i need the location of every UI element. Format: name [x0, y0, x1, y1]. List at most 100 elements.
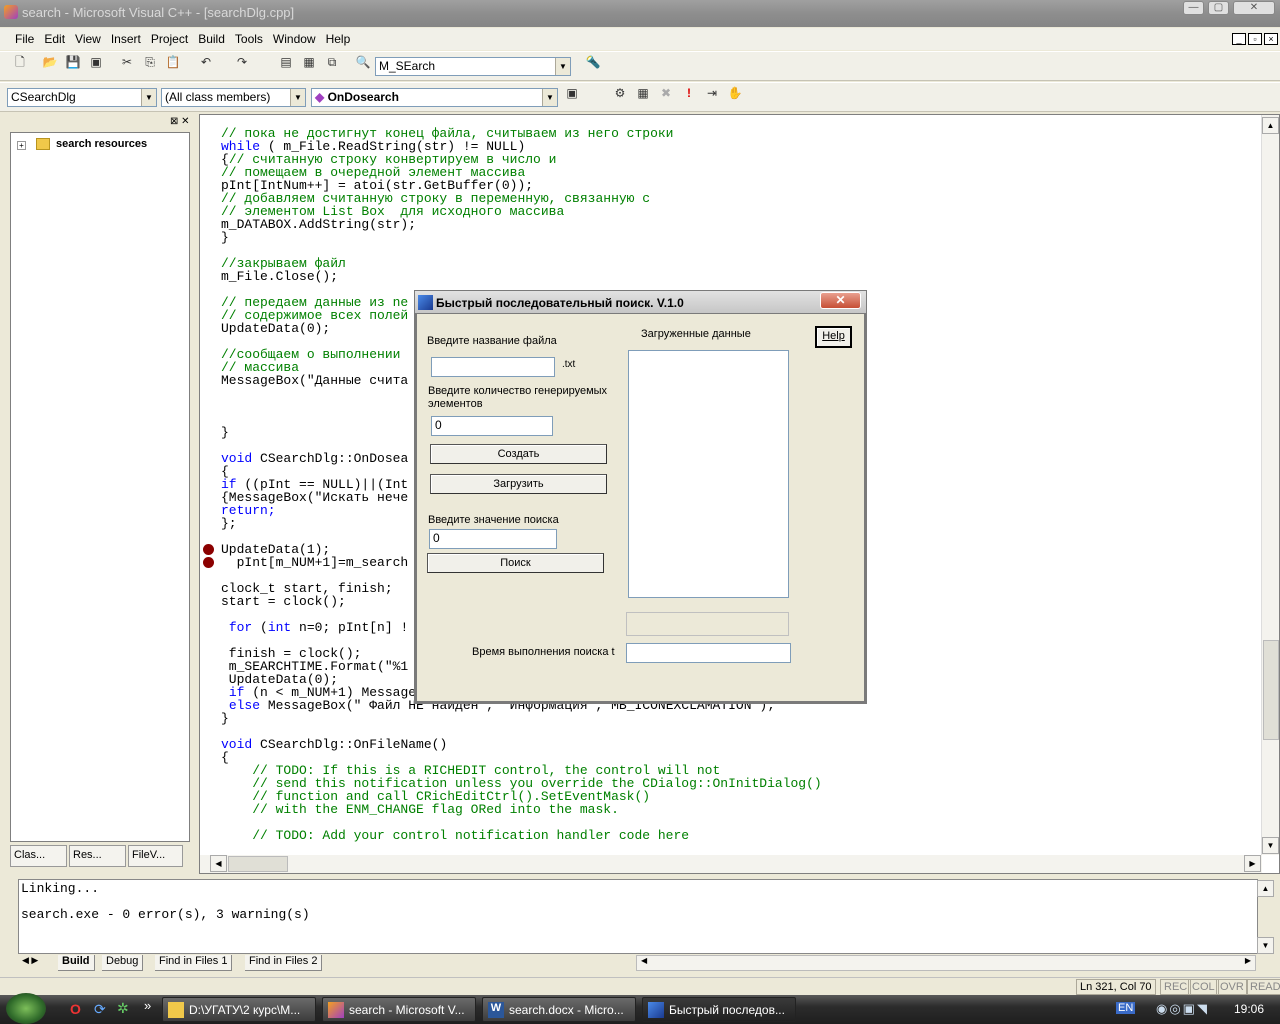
chevron-down-icon[interactable]: ▼ [555, 58, 570, 75]
compile-icon[interactable]: ⚙ [610, 83, 630, 103]
tab-classview[interactable]: Clas... [10, 845, 67, 867]
copy-icon[interactable]: ⎘ [140, 52, 160, 72]
close-button[interactable]: ✕ [1233, 1, 1275, 15]
menu-insert[interactable]: Insert [106, 32, 146, 46]
find-in-files-icon[interactable]: 🔍 [353, 52, 373, 72]
scroll-up-icon[interactable]: ▲ [1257, 880, 1274, 897]
execute-icon[interactable]: ! [679, 83, 699, 103]
task-visual-cpp[interactable]: search - Microsoft V... [322, 997, 476, 1022]
workspace-icon[interactable]: ▤ [276, 52, 296, 72]
find-combo[interactable]: M_SEarch ▼ [375, 57, 571, 76]
scroll-left-icon[interactable]: ◀ [641, 956, 647, 965]
search-button[interactable]: Поиск [427, 553, 604, 573]
hscroll-thumb[interactable] [228, 856, 288, 872]
tree-root-label[interactable]: search resources [56, 138, 147, 150]
menu-build[interactable]: Build [193, 32, 230, 46]
mdi-minimize-button[interactable]: _ [1232, 33, 1246, 45]
code-line[interactable]: // with the ENM_CHANGE flag ORed into th… [221, 803, 845, 816]
task-dialog[interactable]: Быстрый последов... [642, 997, 796, 1022]
search-time-field[interactable] [626, 643, 791, 663]
members-combo[interactable]: (All class members) ▼ [161, 88, 306, 107]
save-icon[interactable]: 💾 [63, 52, 83, 72]
scroll-thumb[interactable] [1263, 640, 1279, 740]
opera-icon[interactable]: O [70, 1001, 81, 1017]
start-button[interactable] [6, 993, 46, 1024]
pane-close-icon[interactable]: ⊠ ✕ [170, 116, 190, 127]
build-output[interactable]: Linking... search.exe - 0 error(s), 3 wa… [18, 879, 1258, 954]
maximize-button[interactable]: ▢ [1208, 1, 1229, 15]
file-name-field[interactable] [431, 357, 555, 377]
menu-window[interactable]: Window [268, 32, 321, 46]
undo-icon[interactable]: ↶ [196, 52, 216, 72]
window-list-icon[interactable]: ⧉ [322, 52, 342, 72]
menu-help[interactable]: Help [321, 32, 356, 46]
minimize-button[interactable]: — [1183, 1, 1204, 15]
code-line[interactable]: void CSearchDlg::OnFileName() [221, 738, 845, 751]
scroll-right-icon[interactable]: ▶ [1244, 855, 1261, 872]
help-button[interactable]: Help [815, 326, 852, 348]
menu-view[interactable]: View [70, 32, 106, 46]
chevron-down-icon[interactable]: ▼ [290, 89, 305, 106]
create-button[interactable]: Создать [430, 444, 607, 464]
save-all-icon[interactable]: ▣ [86, 52, 106, 72]
wizard-action-icon[interactable]: ▣ [562, 83, 582, 103]
redo-icon[interactable]: ↷ [232, 52, 252, 72]
tab-find-in-files-2[interactable]: Find in Files 2 [245, 955, 323, 971]
mdi-restore-button[interactable]: ▫ [1248, 33, 1262, 45]
expand-icon[interactable]: + [17, 141, 26, 150]
load-button[interactable]: Загрузить [430, 474, 607, 494]
stop-build-icon[interactable]: ✖ [656, 83, 676, 103]
mdi-close-button[interactable]: × [1264, 33, 1278, 45]
menu-tools[interactable]: Tools [230, 32, 268, 46]
utility-icon[interactable]: ✲ [117, 1000, 129, 1017]
language-indicator[interactable]: EN [1116, 1002, 1136, 1014]
output-window-icon[interactable]: ▦ [299, 52, 319, 72]
menu-file[interactable]: File [10, 32, 39, 46]
breakpoint-icon[interactable] [203, 557, 214, 568]
class-combo[interactable]: CSearchDlg ▼ [7, 88, 157, 107]
tab-debug[interactable]: Debug [102, 955, 144, 971]
code-line[interactable]: } [221, 231, 845, 244]
tray-icons[interactable]: ◉◎▣◥ [1156, 1001, 1209, 1017]
build-icon[interactable]: ▦ [633, 83, 653, 103]
search-value-field[interactable]: 0 [429, 529, 557, 549]
open-icon[interactable]: 📂 [40, 52, 60, 72]
paste-icon[interactable]: 📋 [163, 52, 183, 72]
code-line[interactable]: m_DATABOX.AddString(str); [221, 218, 845, 231]
dialog-close-button[interactable]: ✕ [820, 292, 861, 309]
output-hscroll[interactable]: ◀ ▶ [636, 955, 1256, 971]
chevron-down-icon[interactable]: ▼ [542, 89, 557, 106]
menu-edit[interactable]: Edit [39, 32, 70, 46]
task-explorer[interactable]: D:\УГАТУ\2 курс\М... [162, 997, 316, 1022]
scroll-right-icon[interactable]: ▶ [1245, 956, 1251, 965]
menu-project[interactable]: Project [146, 32, 193, 46]
scroll-down-icon[interactable]: ▼ [1257, 937, 1274, 954]
go-icon[interactable]: ⇥ [702, 83, 722, 103]
task-word[interactable]: Wsearch.docx - Micro... [482, 997, 636, 1022]
vertical-scrollbar[interactable]: ▲ ▼ [1261, 115, 1279, 855]
code-line[interactable]: // TODO: Add your control notification h… [221, 829, 845, 842]
tab-resourceview[interactable]: Res... [69, 845, 126, 867]
quicklaunch-more-icon[interactable]: » [144, 998, 151, 1013]
dialog-title-bar[interactable]: Быстрый последовательный поиск. V.1.0 ✕ [414, 290, 867, 314]
browser-icon[interactable]: ⟳ [94, 1001, 106, 1018]
code-line[interactable]: m_File.Close(); [221, 270, 845, 283]
chevron-down-icon[interactable]: ▼ [141, 89, 156, 106]
code-line[interactable]: } [221, 712, 845, 725]
breakpoint-icon[interactable] [203, 544, 214, 555]
scroll-up-icon[interactable]: ▲ [1262, 117, 1279, 134]
cut-icon[interactable]: ✂ [117, 52, 137, 72]
scroll-down-icon[interactable]: ▼ [1262, 837, 1279, 854]
tab-find-in-files-1[interactable]: Find in Files 1 [155, 955, 233, 971]
new-file-icon[interactable]: 🗋 [10, 52, 30, 72]
find-icon[interactable]: 🔦 [583, 52, 603, 72]
loaded-data-listbox[interactable] [628, 350, 789, 598]
function-combo[interactable]: ◆ OnDosearch ▼ [311, 88, 558, 107]
tab-build[interactable]: Build [58, 955, 95, 971]
horizontal-scrollbar[interactable]: ◀ ▶ [200, 855, 1262, 873]
scroll-left-icon[interactable]: ◀ [210, 855, 227, 872]
tab-nav-arrows[interactable]: ◀ ▶ [22, 955, 38, 966]
tab-fileview[interactable]: FileV... [128, 845, 183, 867]
breakpoint-hand-icon[interactable]: ✋ [725, 83, 745, 103]
resource-tree[interactable]: + search resources [10, 132, 190, 842]
